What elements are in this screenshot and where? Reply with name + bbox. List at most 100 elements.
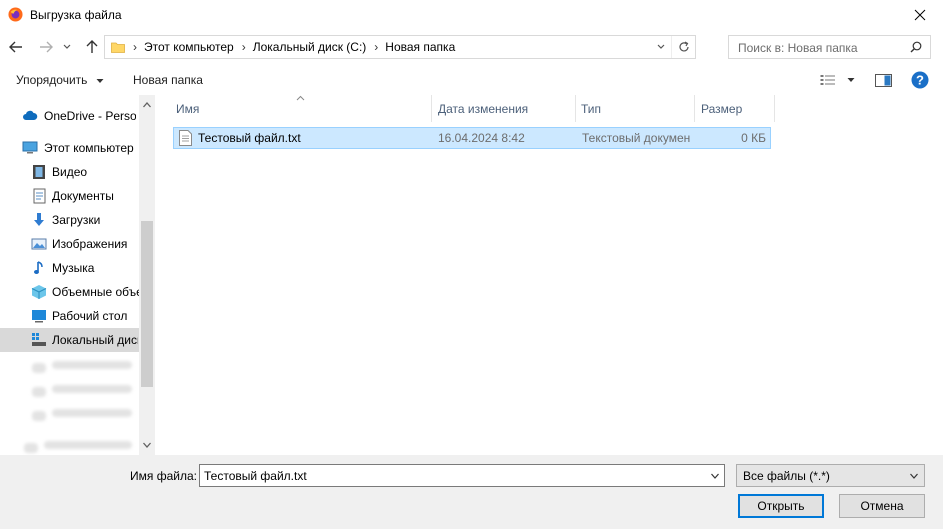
file-type: Текстовый документ bbox=[582, 131, 690, 145]
column-header-size[interactable]: Размер bbox=[695, 95, 775, 122]
nav-item-music[interactable]: Музыка bbox=[0, 256, 140, 280]
nav-item-label: Документы bbox=[52, 189, 114, 203]
nav-item-label: Рабочий стол bbox=[52, 309, 128, 323]
nav-item-label: Загрузки bbox=[52, 213, 101, 227]
view-options-button[interactable] bbox=[820, 71, 855, 89]
close-button[interactable] bbox=[897, 0, 943, 30]
column-header-label: Тип bbox=[581, 101, 602, 116]
chevron-down-icon[interactable] bbox=[142, 440, 152, 450]
open-button[interactable]: Открыть bbox=[738, 494, 824, 518]
column-header-label: Дата изменения bbox=[438, 101, 529, 116]
nav-item-label: Изображения bbox=[52, 237, 128, 251]
chevron-down-icon bbox=[63, 44, 71, 49]
preview-pane-icon bbox=[875, 73, 892, 87]
pictures-icon bbox=[31, 238, 47, 250]
3d-objects-icon bbox=[31, 285, 47, 299]
close-icon bbox=[914, 9, 926, 21]
arrow-up-icon bbox=[86, 40, 98, 53]
new-folder-button[interactable]: Новая папка bbox=[133, 73, 203, 87]
address-history-button[interactable] bbox=[653, 36, 669, 58]
organize-label: Упорядочить bbox=[16, 73, 88, 87]
drive-icon bbox=[32, 333, 46, 346]
search-icon[interactable] bbox=[910, 41, 922, 53]
filename-value: Тестовый файл.txt bbox=[204, 469, 307, 483]
chevron-down-icon bbox=[657, 44, 665, 49]
firefox-icon bbox=[8, 7, 23, 22]
refresh-button[interactable] bbox=[671, 36, 695, 58]
breadcrumb-separator: › bbox=[133, 40, 137, 54]
file-size: 0 КБ bbox=[741, 131, 766, 145]
column-header-name[interactable]: Имя bbox=[170, 95, 432, 122]
nav-item-label: Этот компьютер bbox=[44, 141, 134, 155]
arrow-left-icon bbox=[9, 41, 22, 53]
breadcrumb-local-disk[interactable]: Локальный диск (C:) bbox=[253, 40, 367, 54]
nav-item-video[interactable]: Видео bbox=[0, 160, 140, 184]
file-date: 16.04.2024 8:42 bbox=[438, 131, 525, 145]
nav-item-this-pc[interactable]: Этот компьютер bbox=[0, 136, 140, 160]
help-button[interactable]: ? bbox=[911, 71, 929, 89]
command-bar: Упорядочить Новая папка ? bbox=[0, 65, 943, 95]
nav-item-local-disk[interactable]: Локальный диск (C:) bbox=[0, 328, 140, 352]
computer-icon bbox=[22, 141, 38, 154]
nav-item-label: Локальный диск (C:) bbox=[52, 333, 138, 347]
folder-icon bbox=[111, 42, 125, 53]
nav-item-label: Объемные объекты bbox=[52, 285, 144, 299]
scrollbar-thumb[interactable] bbox=[141, 221, 153, 387]
cloud-icon bbox=[23, 110, 38, 120]
breadcrumb-separator: › bbox=[241, 40, 246, 54]
breadcrumb-separator: › bbox=[374, 40, 379, 54]
table-row[interactable]: Тестовый файл.txt 16.04.2024 8:42 Тексто… bbox=[173, 127, 771, 149]
window-title: Выгрузка файла bbox=[30, 8, 122, 22]
video-icon bbox=[33, 165, 45, 179]
music-icon bbox=[34, 261, 43, 274]
cancel-button[interactable]: Отмена bbox=[839, 494, 925, 518]
dialog-footer: Имя файла: Тестовый файл.txt Все файлы (… bbox=[0, 455, 943, 529]
desktop-icon bbox=[32, 310, 46, 323]
svg-text:?: ? bbox=[916, 73, 924, 88]
navigation-pane: OneDrive - Person Этот компьютер Видео Д… bbox=[0, 95, 155, 455]
sort-ascending-icon bbox=[296, 95, 305, 101]
filename-label: Имя файла: bbox=[130, 469, 197, 483]
nav-item-downloads[interactable]: Загрузки bbox=[0, 208, 140, 232]
nav-item-onedrive[interactable]: OneDrive - Person bbox=[0, 104, 140, 128]
column-header-label: Имя bbox=[176, 101, 200, 116]
details-view-icon bbox=[820, 75, 835, 85]
recent-locations-button[interactable] bbox=[60, 37, 74, 57]
chevron-down-icon[interactable] bbox=[710, 471, 720, 481]
text-file-icon bbox=[179, 130, 192, 146]
nav-item-label: Видео bbox=[52, 165, 88, 179]
chevron-down-icon bbox=[96, 79, 104, 83]
back-button[interactable] bbox=[6, 37, 26, 57]
arrow-right-icon bbox=[40, 41, 53, 53]
forward-button[interactable] bbox=[36, 37, 56, 57]
file-type-value: Все файлы (*.*) bbox=[743, 469, 830, 483]
chevron-down-icon bbox=[910, 473, 918, 479]
file-list: Имя Дата изменения Тип Размер Тестовый ф… bbox=[158, 95, 943, 455]
file-name: Тестовый файл.txt bbox=[198, 131, 301, 145]
title-bar: Выгрузка файла bbox=[0, 0, 943, 30]
file-type-select[interactable]: Все файлы (*.*) bbox=[736, 464, 925, 487]
breadcrumb-this-pc[interactable]: Этот компьютер bbox=[144, 40, 234, 54]
organize-menu[interactable]: Упорядочить bbox=[16, 73, 104, 87]
preview-pane-button[interactable] bbox=[875, 71, 892, 89]
refresh-icon bbox=[678, 41, 689, 52]
nav-item-desktop[interactable]: Рабочий стол bbox=[0, 304, 140, 328]
navigation-bar: › Этот компьютер › Локальный диск (C:) ›… bbox=[0, 33, 943, 61]
documents-icon bbox=[33, 188, 46, 204]
search-placeholder: Поиск в: Новая папка bbox=[738, 41, 858, 55]
column-header-type[interactable]: Тип bbox=[576, 95, 695, 122]
nav-item-3d-objects[interactable]: Объемные объекты bbox=[0, 280, 144, 304]
nav-item-documents[interactable]: Документы bbox=[0, 184, 140, 208]
filename-input[interactable]: Тестовый файл.txt bbox=[199, 464, 725, 487]
chevron-up-icon[interactable] bbox=[142, 100, 152, 110]
search-box[interactable]: Поиск в: Новая папка bbox=[728, 35, 931, 59]
column-header-date[interactable]: Дата изменения bbox=[432, 95, 576, 122]
downloads-icon bbox=[34, 213, 44, 226]
nav-item-label: OneDrive - Person bbox=[44, 109, 136, 123]
nav-item-pictures[interactable]: Изображения bbox=[0, 232, 140, 256]
up-button[interactable] bbox=[82, 37, 102, 57]
nav-scrollbar[interactable] bbox=[139, 95, 155, 455]
address-bar[interactable]: › Этот компьютер › Локальный диск (C:) ›… bbox=[104, 35, 696, 59]
breadcrumb-new-folder[interactable]: Новая папка bbox=[385, 40, 455, 54]
column-header-label: Размер bbox=[701, 101, 743, 116]
